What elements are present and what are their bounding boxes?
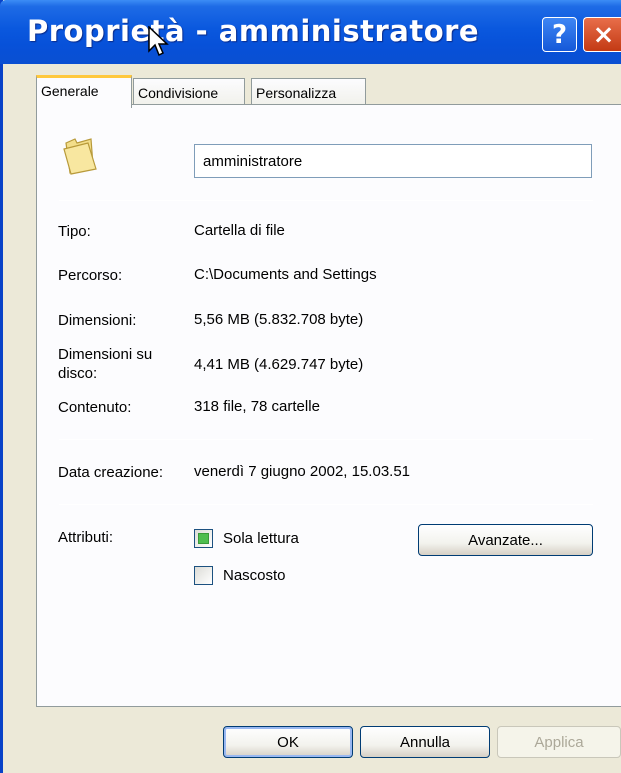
readonly-label[interactable]: Sola lettura xyxy=(223,530,299,547)
cancel-button[interactable]: Annulla xyxy=(360,726,490,758)
contents-label: Contenuto: xyxy=(58,399,132,416)
type-value: Cartella di file xyxy=(194,222,285,239)
close-icon: × xyxy=(592,19,615,50)
separator xyxy=(59,504,593,505)
path-label: Percorso: xyxy=(58,267,123,284)
type-label: Tipo: xyxy=(58,223,91,240)
size-value: 5,56 MB (5.832.708 byte) xyxy=(194,311,364,328)
hidden-label[interactable]: Nascosto xyxy=(223,567,286,584)
disk-size-label-line2: disco: xyxy=(58,365,98,382)
tab-label: Personalizza xyxy=(256,85,337,101)
path-value: C:\Documents and Settings xyxy=(194,266,377,283)
created-label: Data creazione: xyxy=(58,464,164,481)
mouse-pointer-icon xyxy=(148,26,169,57)
title-bar[interactable]: Proprietà - amministratore ? × xyxy=(0,0,621,64)
disk-size-label-line1: Dimensioni su xyxy=(58,346,153,363)
hidden-checkbox[interactable] xyxy=(194,566,213,585)
advanced-button[interactable]: Avanzate... xyxy=(418,524,593,556)
tab-label: Generale xyxy=(41,83,99,99)
folder-icon xyxy=(63,138,97,175)
ok-button[interactable]: OK xyxy=(223,726,353,758)
size-label: Dimensioni: xyxy=(58,312,137,329)
window-title: Proprietà - amministratore xyxy=(27,14,480,48)
disk-size-value: 4,41 MB (4.629.747 byte) xyxy=(194,356,364,373)
general-panel: Tipo: Cartella di file Percorso: C:\Docu… xyxy=(36,104,621,707)
properties-dialog: Proprietà - amministratore ? × Generale … xyxy=(0,0,621,773)
close-button[interactable]: × xyxy=(583,17,621,52)
apply-button[interactable]: Applica xyxy=(497,726,621,758)
tab-condivisione[interactable]: Condivisione xyxy=(133,78,245,107)
separator xyxy=(59,200,593,201)
tab-label: Condivisione xyxy=(138,85,219,101)
contents-value: 318 file, 78 cartelle xyxy=(194,398,320,415)
help-button[interactable]: ? xyxy=(542,17,577,52)
tab-generale[interactable]: Generale xyxy=(36,75,132,108)
separator xyxy=(59,439,593,440)
disk-size-label: Dimensioni su disco: xyxy=(58,345,152,383)
created-value: venerdì 7 giugno 2002, 15.03.51 xyxy=(194,463,411,480)
help-icon: ? xyxy=(551,19,568,50)
tab-personalizza[interactable]: Personalizza xyxy=(251,78,366,107)
folder-name-field[interactable] xyxy=(194,144,592,178)
attributes-label: Attributi: xyxy=(58,529,114,546)
readonly-checkbox[interactable] xyxy=(194,529,213,548)
indeterminate-mark xyxy=(198,533,209,544)
